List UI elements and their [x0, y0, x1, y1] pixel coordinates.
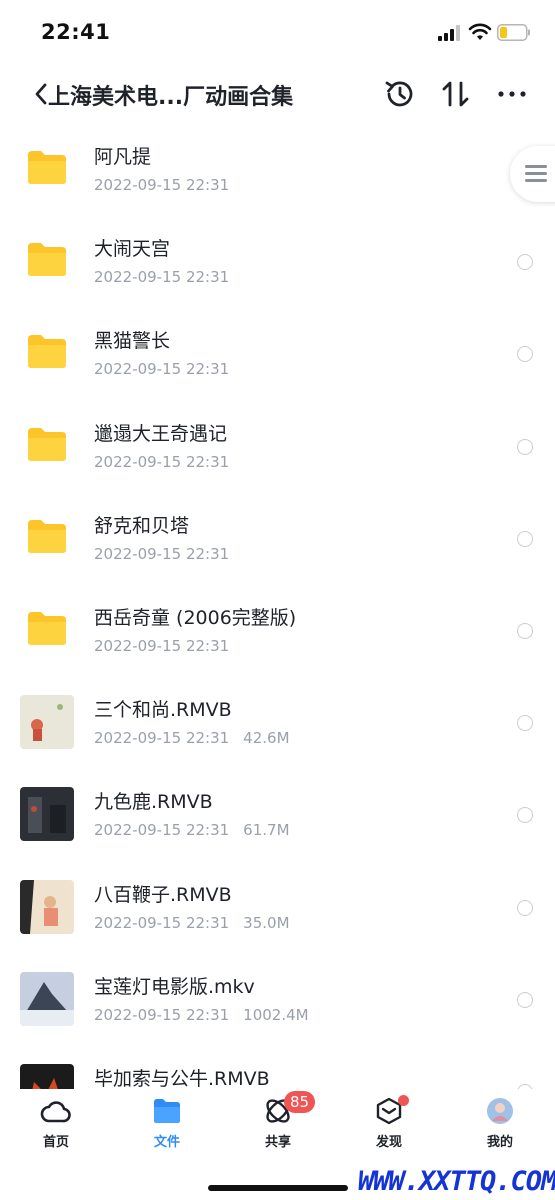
file-list: 阿凡提 2022-09-15 22:31 大闹天宫 2022-09-15 22:… — [0, 124, 555, 1089]
video-thumbnail — [20, 1064, 74, 1089]
file-name: 西岳奇童 (2006完整版) — [94, 607, 297, 629]
more-icon[interactable] — [495, 77, 529, 111]
select-radio[interactable] — [517, 254, 533, 270]
folder-icon — [28, 520, 66, 553]
tab-share[interactable]: 85 共享 — [238, 1091, 318, 1157]
tab-label: 首页 — [42, 1135, 69, 1150]
select-radio[interactable] — [517, 623, 533, 639]
list-item[interactable]: 毕加索与公牛.RMVB — [0, 1046, 555, 1089]
menu-line — [525, 179, 547, 182]
file-date: 2022-09-15 22:31 — [94, 1006, 230, 1024]
file-name: 黑猫警长 — [94, 330, 171, 352]
file-meta: 2022-09-15 22:31 — [94, 545, 229, 563]
file-name: 九色鹿.RMVB — [94, 791, 213, 813]
list-item[interactable]: 八百鞭子.RMVB 2022-09-15 22:31 35.0M — [0, 862, 555, 954]
folder-icon — [28, 151, 66, 184]
file-meta: 2022-09-15 22:31 42.6M — [94, 729, 290, 747]
folder-icon — [28, 428, 66, 461]
file-name: 大闹天宫 — [94, 238, 171, 260]
file-meta: 2022-09-15 22:31 — [94, 453, 229, 471]
file-date: 2022-09-15 22:31 — [94, 453, 230, 471]
select-radio[interactable] — [517, 992, 533, 1008]
folder-icon — [28, 612, 66, 645]
avatar-icon — [487, 1098, 513, 1124]
tab-profile[interactable]: 我的 — [460, 1097, 540, 1157]
select-radio[interactable] — [517, 531, 533, 547]
battery-icon — [497, 24, 530, 41]
watermark: WWW.XXTTQ.COM — [358, 1166, 555, 1197]
folder-icon — [28, 243, 66, 276]
nav-bar: 上海美术电...厂动画合集 — [0, 66, 555, 124]
file-name: 宝莲灯电影版.mkv — [94, 976, 255, 998]
file-name: 阿凡提 — [94, 146, 152, 168]
video-thumbnail — [20, 695, 74, 749]
status-bar: 22:41 — [0, 0, 555, 66]
file-meta: 2022-09-15 22:31 35.0M — [94, 914, 290, 932]
file-date: 2022-09-15 22:31 — [94, 729, 230, 747]
file-name: 八百鞭子.RMVB — [94, 884, 232, 906]
menu-line — [525, 165, 547, 168]
history-icon[interactable] — [383, 77, 417, 111]
select-radio[interactable] — [517, 346, 533, 362]
menu-line — [525, 172, 547, 175]
cellular-signal-icon — [438, 25, 460, 41]
file-size: 61.7M — [243, 821, 290, 839]
select-radio[interactable] — [517, 900, 533, 916]
file-name: 毕加索与公牛.RMVB — [94, 1068, 270, 1089]
file-size: 42.6M — [243, 729, 290, 747]
list-item[interactable]: 九色鹿.RMVB 2022-09-15 22:31 61.7M — [0, 769, 555, 861]
file-date: 2022-09-15 22:31 — [94, 637, 230, 655]
sort-icon[interactable] — [439, 77, 473, 111]
file-date: 2022-09-15 22:31 — [94, 268, 230, 286]
status-time: 22:41 — [41, 20, 111, 44]
list-item[interactable]: 黑猫警长 2022-09-15 22:31 — [0, 308, 555, 400]
file-meta: 2022-09-15 22:31 1002.4M — [94, 1006, 309, 1024]
list-item[interactable]: 阿凡提 2022-09-15 22:31 — [0, 124, 555, 216]
list-item[interactable]: 邋遢大王奇遇记 2022-09-15 22:31 — [0, 401, 555, 493]
home-indicator — [208, 1185, 348, 1191]
tab-discover[interactable]: 发现 — [349, 1095, 429, 1157]
file-meta: 2022-09-15 22:31 — [94, 176, 229, 194]
list-item[interactable]: 西岳奇童 (2006完整版) 2022-09-15 22:31 — [0, 585, 555, 677]
tab-home[interactable]: 首页 — [16, 1097, 96, 1157]
tab-label: 我的 — [486, 1135, 513, 1150]
video-thumbnail — [20, 972, 74, 1026]
cloud-icon — [40, 1101, 71, 1123]
tab-label: 文件 — [153, 1135, 180, 1150]
file-size: 35.0M — [243, 914, 290, 932]
file-name: 舒克和贝塔 — [94, 515, 190, 537]
file-size: 1002.4M — [243, 1006, 309, 1024]
select-radio[interactable] — [517, 439, 533, 455]
list-item[interactable]: 舒克和贝塔 2022-09-15 22:31 — [0, 493, 555, 585]
file-meta: 2022-09-15 22:31 — [94, 637, 229, 655]
wifi-icon — [468, 23, 492, 40]
file-date: 2022-09-15 22:31 — [94, 360, 230, 378]
file-date: 2022-09-15 22:31 — [94, 545, 230, 563]
tab-label: 共享 — [264, 1135, 291, 1150]
file-name: 邋遢大王奇遇记 — [94, 423, 228, 445]
file-meta: 2022-09-15 22:31 — [94, 268, 229, 286]
tab-label: 发现 — [375, 1135, 402, 1150]
page-title: 上海美术电...厂动画合集 — [48, 85, 294, 110]
list-item[interactable]: 三个和尚.RMVB 2022-09-15 22:31 42.6M — [0, 677, 555, 769]
file-date: 2022-09-15 22:31 — [94, 821, 230, 839]
video-thumbnail — [20, 787, 74, 841]
video-thumbnail — [20, 880, 74, 934]
folder-icon — [154, 1099, 180, 1123]
file-name: 三个和尚.RMVB — [94, 699, 232, 721]
list-item[interactable]: 大闹天宫 2022-09-15 22:31 — [0, 216, 555, 308]
file-meta: 2022-09-15 22:31 61.7M — [94, 821, 290, 839]
select-radio[interactable] — [517, 715, 533, 731]
tab-files[interactable]: 文件 — [127, 1097, 207, 1157]
select-radio[interactable] — [517, 807, 533, 823]
file-date: 2022-09-15 22:31 — [94, 176, 230, 194]
notification-dot — [398, 1095, 409, 1106]
folder-icon — [28, 335, 66, 368]
file-date: 2022-09-15 22:31 — [94, 914, 230, 932]
share-badge: 85 — [284, 1091, 316, 1113]
list-item[interactable]: 宝莲灯电影版.mkv 2022-09-15 22:31 1002.4M — [0, 954, 555, 1046]
file-meta: 2022-09-15 22:31 — [94, 360, 229, 378]
